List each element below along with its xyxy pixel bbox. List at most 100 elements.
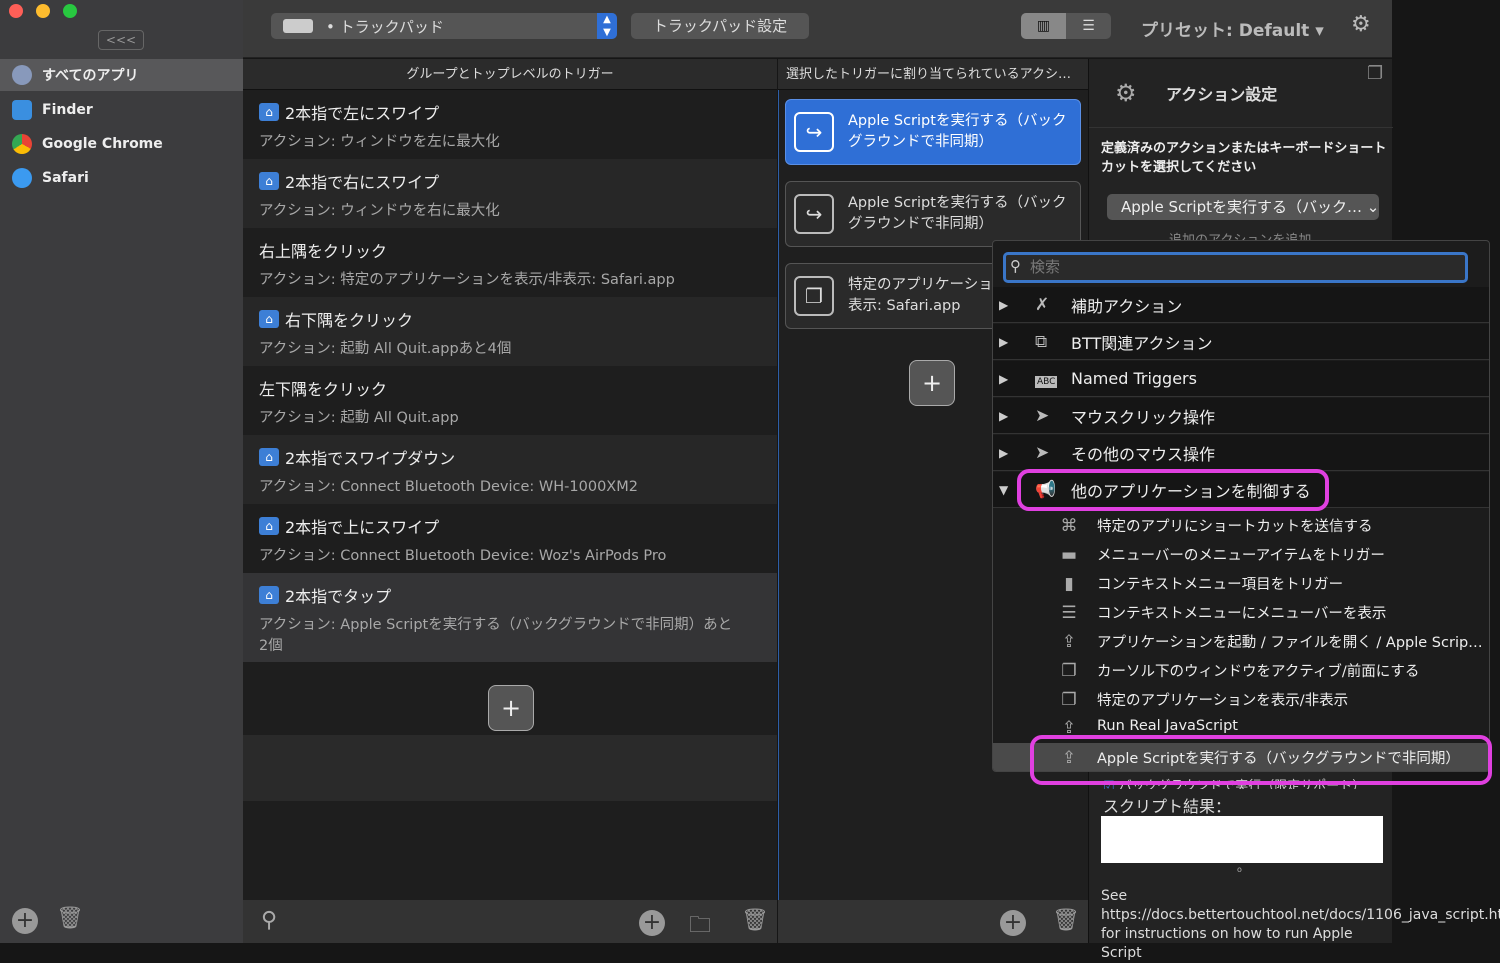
share-arrow-icon: ↪	[794, 112, 834, 152]
list-item[interactable]: ⌘ 特定のアプリにショートカットを送信する	[993, 511, 1489, 540]
delete-app-button[interactable]: 🗑	[56, 906, 84, 931]
list-item[interactable]: ❐ 特定のアプリケーションを表示/非表示	[993, 685, 1489, 714]
settings-title: アクション設定	[1166, 85, 1278, 104]
action-type-select[interactable]: Apple Scriptを実行する（バック… ⌄	[1107, 194, 1379, 220]
btt-icon: ⧉	[1035, 331, 1048, 352]
trash-icon[interactable]: 🗑	[741, 908, 769, 933]
category-assist[interactable]: ▶ ✗ 補助アクション	[993, 287, 1489, 323]
trackpad-settings-button[interactable]: トラックパッド設定	[631, 13, 809, 39]
trigger-action: アクション: ウィンドウを左に最大化	[259, 134, 500, 150]
add-action-button[interactable]: +	[909, 360, 955, 406]
table-row[interactable]: ⌂ 2本指で上にスワイプ アクション: Connect Bluetooth Devi…	[243, 504, 777, 573]
trigger-title: 右下隅をクリック	[285, 311, 414, 330]
table-row[interactable]: ⌂ 2本指でスワイプダウン アクション: Connect Bluetooth Dev…	[243, 435, 777, 504]
chevron-updown-icon: ▲ ▼	[597, 13, 617, 39]
view-toggle[interactable]: ▥ ☰	[1021, 13, 1111, 39]
list-item[interactable]: ❐ カーソル下のウィンドウをアクティブ/前面にする	[993, 656, 1489, 685]
detach-window-icon[interactable]: ❐	[1367, 63, 1383, 84]
zoom-window-button[interactable]	[63, 4, 77, 18]
new-folder-icon[interactable]: 🗀	[689, 908, 711, 946]
safari-icon	[12, 168, 32, 188]
disclosure-triangle-icon[interactable]: ▶	[993, 335, 1035, 349]
toolbar: • トラックパッド ▲ ▼ トラックパッド設定 ▥ ☰ プリセット: Default …	[243, 0, 1392, 58]
trigger-action: アクション: ウィンドウを右に最大化	[259, 203, 500, 219]
windows-icon: ❐	[1061, 689, 1077, 710]
gear-icon[interactable]: ⚙	[1351, 12, 1371, 37]
item-label: 特定のアプリケーションを表示/非表示	[1097, 693, 1349, 709]
table-row[interactable]: 右上隅をクリックアクション: 特定のアプリケーションを表示/非表示: Safar…	[243, 228, 777, 297]
command-key-icon: ⌘	[1060, 515, 1078, 536]
trigger-action: アクション: 起動 All Quit.app	[259, 410, 459, 426]
context-menu-icon: ▮	[1064, 573, 1074, 594]
list-item[interactable]: ⇪ アプリケーションを起動 / ファイルを開く / Apple Scrip…	[993, 627, 1489, 656]
app-label: すべてのアプリ	[42, 68, 139, 84]
action-card[interactable]: ↪ Apple Scriptを実行する（バックグラウンドで非同期）	[785, 181, 1081, 247]
trigger-list: ⌂ 2本指で左にスワイプ アクション: ウィンドウを左に最大化 ⌂ 2本指で右にスワイ…	[243, 90, 777, 900]
search-icon[interactable]: ⚲	[261, 908, 277, 933]
windows-icon: ❐	[1061, 660, 1077, 681]
list-item[interactable]: ▬ メニューバーのメニューアイテムをトリガー	[993, 540, 1489, 569]
category-label: マウスクリック操作	[1071, 407, 1216, 427]
table-row-selected[interactable]: ⌂ 2本指でタップ アクション: Apple Scriptを実行する（バックグラウン…	[243, 573, 777, 662]
add-app-button[interactable]: +	[12, 908, 38, 934]
chrome-icon	[12, 134, 32, 154]
list-item[interactable]: ⇪ Run Real JavaScript	[993, 714, 1489, 736]
table-row[interactable]: 左下隅をクリックアクション: 起動 All Quit.app	[243, 366, 777, 435]
app-label: Google Chrome	[42, 136, 163, 152]
sidebar-item-safari[interactable]: Safari	[0, 162, 243, 194]
search-input[interactable]: ⚲ 検索	[1003, 252, 1468, 283]
disclosure-triangle-icon[interactable]: ▶	[993, 372, 1035, 386]
add-icon[interactable]: +	[1000, 910, 1026, 936]
trackpad-gesture-icon: ⌂	[259, 586, 279, 604]
share-arrow-icon: ⇪	[1061, 631, 1077, 652]
category-btt[interactable]: ▶ ⧉ BTT関連アクション	[993, 324, 1489, 360]
trigger-action: アクション: 特定のアプリケーションを表示/非表示: Safari.app	[259, 272, 675, 288]
help-text: See https://docs.bettertouchtool.net/doc…	[1101, 888, 1500, 961]
finder-icon	[12, 100, 32, 120]
list-icon: ☰	[1061, 602, 1077, 623]
actions-header: 選択したトリガーに割り当てられているアクシ…	[778, 59, 1088, 90]
trackpad-gesture-icon: ⌂	[259, 103, 279, 121]
sidebar-item-finder[interactable]: Finder	[0, 94, 243, 126]
list-item[interactable]: ▮ コンテキストメニュー項目をトリガー	[993, 569, 1489, 598]
app-label: Safari	[42, 170, 89, 186]
table-row[interactable]: ⌂ 2本指で右にスワイプ アクション: ウィンドウを右に最大化	[243, 159, 777, 228]
add-trigger-button[interactable]: +	[488, 685, 534, 731]
collapse-sidebar-button[interactable]: <<<	[98, 30, 144, 50]
divider	[1089, 127, 1393, 128]
script-result-field[interactable]	[1101, 816, 1383, 863]
column-view-icon[interactable]: ▥	[1021, 13, 1066, 39]
category-mouse-click[interactable]: ▶ ➤ マウスクリック操作	[993, 398, 1489, 434]
table-row[interactable]: ⌂ 右下隅をクリック アクション: 起動 All Quit.appあと4個	[243, 297, 777, 366]
trigger-title: 2本指でスワイプダウン	[285, 449, 456, 468]
sidebar-item-chrome[interactable]: Google Chrome	[0, 128, 243, 160]
sidebar-item-all-apps[interactable]: すべてのアプリ	[0, 59, 243, 91]
disclosure-triangle-icon[interactable]: ▶	[993, 298, 1035, 312]
trigger-title: 左下隅をクリック	[259, 380, 388, 399]
minimize-window-button[interactable]	[36, 4, 50, 18]
highlight-annotation	[1017, 469, 1329, 511]
windows-icon: ❐	[794, 276, 834, 316]
action-card-selected[interactable]: ↪ Apple Scriptを実行する（バックグラウンドで非同期）	[785, 99, 1081, 165]
category-named-triggers[interactable]: ▶ ABC Named Triggers	[993, 361, 1489, 397]
trackpad-gesture-icon: ⌂	[259, 172, 279, 190]
category-mouse-other[interactable]: ▶ ➤ その他のマウス操作	[993, 435, 1489, 471]
category-label: BTT関連アクション	[1071, 333, 1213, 353]
list-item[interactable]: ☰ コンテキストメニューにメニューバーを表示	[993, 598, 1489, 627]
table-row[interactable]: ⌂ 2本指で左にスワイプ アクション: ウィンドウを左に最大化	[243, 90, 777, 159]
disclosure-triangle-icon[interactable]: ▶	[993, 446, 1035, 460]
trigger-title: 右上隅をクリック	[259, 242, 388, 261]
list-view-icon[interactable]: ☰	[1066, 13, 1111, 39]
add-more-action-link[interactable]: 追加のアクションを追加	[1169, 229, 1311, 240]
disclosure-triangle-icon[interactable]: ▶	[993, 409, 1035, 423]
trash-icon[interactable]: 🗑	[1052, 908, 1080, 933]
preset-menu[interactable]: プリセット: Default ▾	[1141, 16, 1324, 41]
app-label: Finder	[42, 102, 93, 118]
close-window-button[interactable]	[9, 4, 23, 18]
resize-handle[interactable]: o	[1237, 865, 1242, 874]
trigger-action: アクション: Connect Bluetooth Device: Woz's A…	[259, 548, 667, 564]
device-label: • トラックパッド	[326, 17, 444, 36]
device-select[interactable]: • トラックパッド ▲ ▼	[271, 13, 617, 39]
add-icon[interactable]: +	[639, 910, 665, 936]
abc-icon: ABC	[1035, 375, 1058, 388]
